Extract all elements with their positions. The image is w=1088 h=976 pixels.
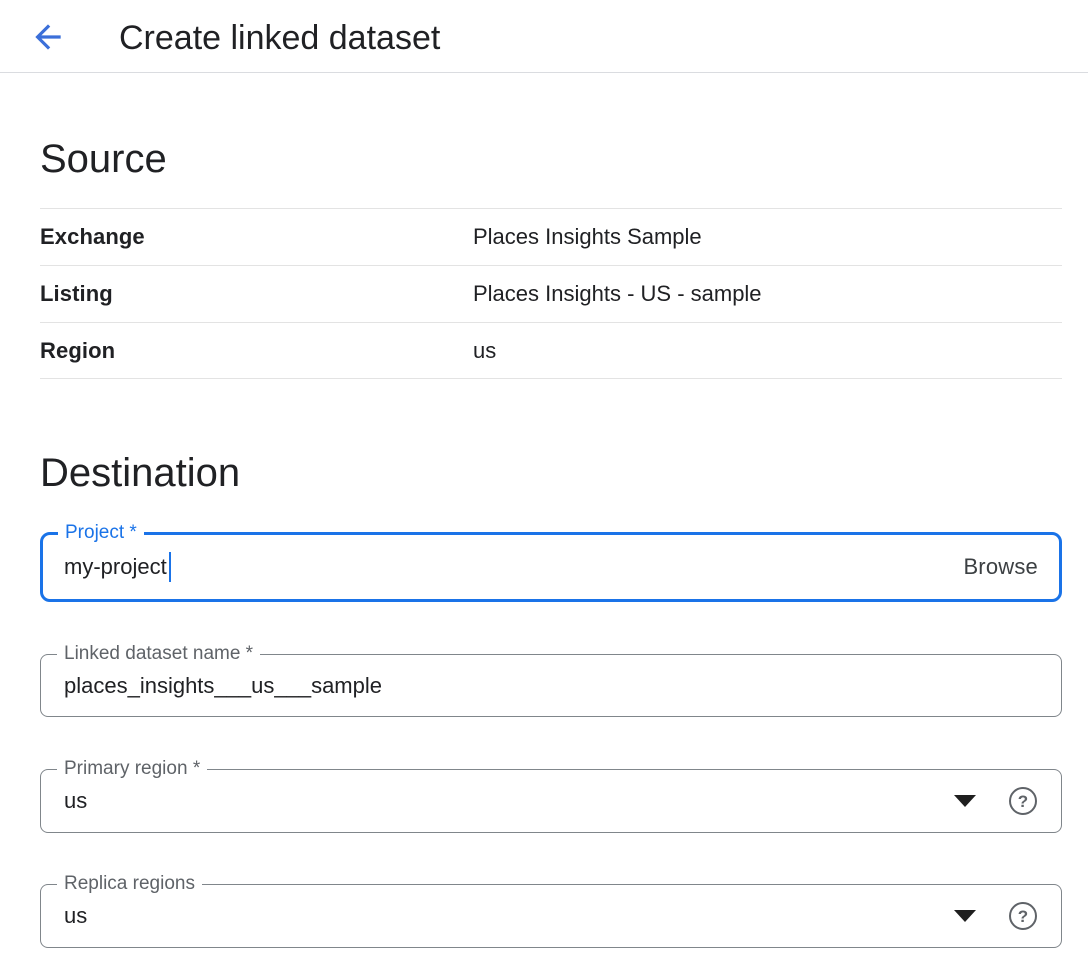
- exchange-label: Exchange: [40, 224, 473, 250]
- project-field-label: Project *: [58, 521, 144, 545]
- region-label: Region: [40, 338, 473, 364]
- exchange-value: Places Insights Sample: [473, 224, 702, 250]
- arrow-back-icon: [29, 18, 67, 56]
- primary-region-value[interactable]: us: [64, 788, 87, 814]
- source-row-exchange: Exchange Places Insights Sample: [40, 208, 1062, 265]
- source-row-listing: Listing Places Insights - US - sample: [40, 265, 1062, 322]
- region-value: us: [473, 338, 496, 364]
- project-field-value[interactable]: my-project: [64, 554, 167, 580]
- listing-value: Places Insights - US - sample: [473, 281, 762, 307]
- linked-dataset-name-value[interactable]: places_insights___us___sample: [64, 673, 382, 699]
- project-field[interactable]: Project * my-project Browse: [40, 532, 1062, 602]
- replica-regions-label: Replica regions: [57, 872, 202, 896]
- browse-button[interactable]: Browse: [963, 554, 1038, 580]
- primary-region-label: Primary region *: [57, 757, 207, 781]
- back-button[interactable]: [24, 13, 72, 61]
- primary-region-select[interactable]: Primary region * us ?: [40, 769, 1062, 833]
- listing-label: Listing: [40, 281, 473, 307]
- page-header: Create linked dataset: [0, 0, 1088, 73]
- replica-regions-value[interactable]: us: [64, 903, 87, 929]
- replica-regions-select[interactable]: Replica regions us ?: [40, 884, 1062, 948]
- linked-dataset-name-label: Linked dataset name *: [57, 642, 260, 666]
- destination-heading: Destination: [40, 450, 240, 496]
- linked-dataset-name-field[interactable]: Linked dataset name * places_insights___…: [40, 654, 1062, 717]
- help-icon[interactable]: ?: [1009, 902, 1037, 930]
- page-title: Create linked dataset: [119, 17, 440, 59]
- source-info-table: Exchange Places Insights Sample Listing …: [40, 208, 1062, 379]
- source-heading: Source: [40, 136, 167, 182]
- chevron-down-icon[interactable]: [954, 910, 976, 922]
- source-row-region: Region us: [40, 322, 1062, 379]
- text-cursor: [169, 552, 171, 582]
- chevron-down-icon[interactable]: [954, 795, 976, 807]
- help-icon[interactable]: ?: [1009, 787, 1037, 815]
